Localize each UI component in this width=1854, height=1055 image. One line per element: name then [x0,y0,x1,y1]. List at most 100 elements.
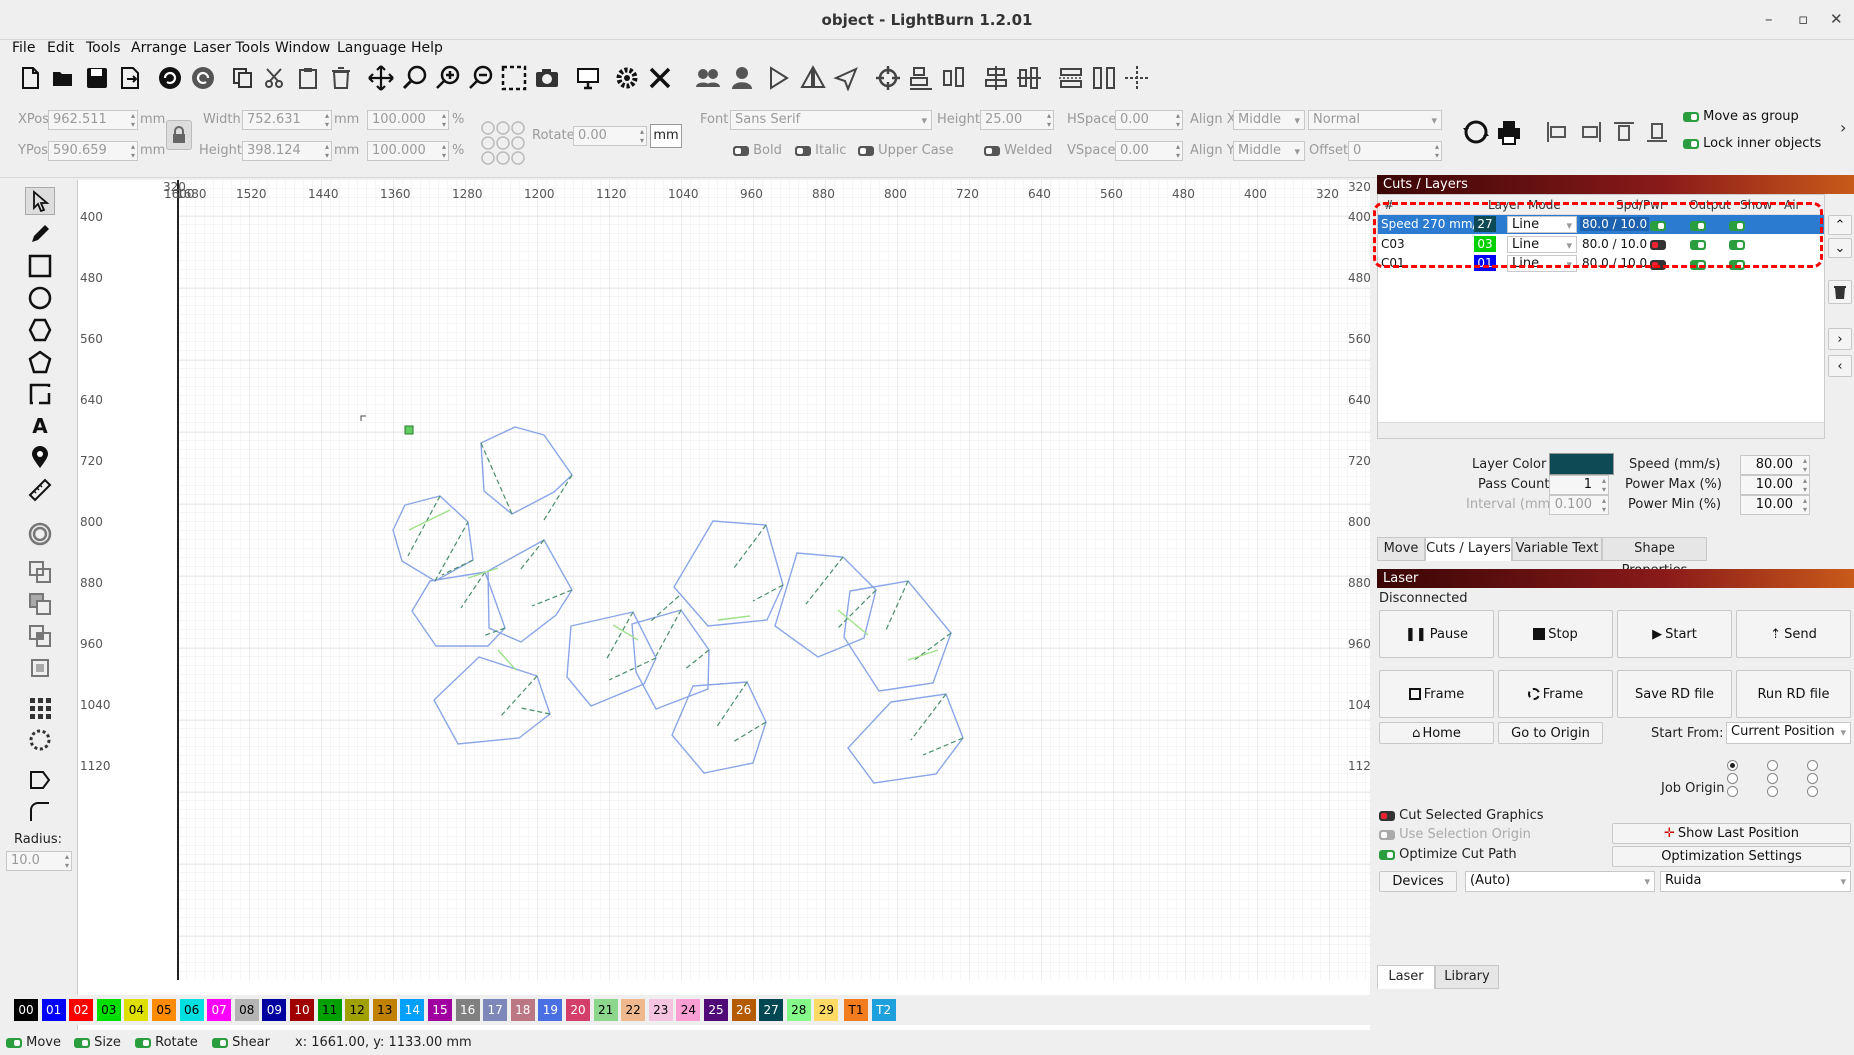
origin-grid-icon[interactable] [480,120,526,166]
speed-field[interactable]: 80.00 [1740,455,1810,475]
status-move-toggle[interactable]: Move [6,1035,61,1050]
use-selection-origin-toggle[interactable]: Use Selection Origin [1379,827,1531,842]
zoom-selection-icon[interactable] [400,62,430,94]
lock-inner-toggle[interactable]: Lock inner objects [1683,136,1821,151]
palette-swatch[interactable]: 19 [538,999,563,1021]
palette-swatch[interactable]: 15 [428,999,452,1021]
power-max-field[interactable]: 10.00 [1740,475,1810,495]
radius-field[interactable]: 10.0 [6,851,72,871]
menu-help[interactable]: Help [411,40,443,56]
close-button[interactable]: ✕ [1830,10,1843,28]
ellipse-tool-icon[interactable] [25,284,55,312]
palette-swatch[interactable]: 21 [593,999,618,1021]
align-left-icon[interactable] [1545,120,1569,148]
printer-icon[interactable] [1495,118,1523,150]
circular-array-icon[interactable] [25,726,55,754]
job-origin-radio[interactable] [1807,760,1818,771]
delete-icon[interactable] [326,62,356,94]
layer-up-button[interactable]: ⌃ [1828,215,1852,235]
palette-swatch[interactable]: 23 [648,999,673,1021]
machine-settings-icon[interactable] [645,62,675,94]
corner-tool-icon[interactable] [25,380,55,408]
zoom-in-icon[interactable] [433,62,463,94]
pan-icon[interactable] [366,62,396,94]
align-right-icon[interactable] [1579,120,1603,148]
optimize-cut-path-toggle[interactable]: Optimize Cut Path [1379,847,1517,862]
offset-tool-icon[interactable] [25,520,55,548]
laser-origin-marker[interactable] [404,425,414,435]
menu-arrange[interactable]: Arrange [131,40,187,56]
show-last-position-button[interactable]: ✛ Show Last Position [1612,823,1851,844]
crosshair-icon[interactable] [873,62,903,94]
optimization-settings-button[interactable]: Optimization Settings [1612,846,1851,867]
palette-swatch[interactable]: 13 [372,999,397,1021]
height-field[interactable]: 398.124 [242,141,332,161]
copy-icon[interactable] [228,62,258,94]
width-field[interactable]: 752.631 [242,110,332,130]
menu-file[interactable]: File [12,40,35,56]
font-height-field[interactable]: 25.00 [980,110,1054,130]
pentagon-tool-icon[interactable] [25,348,55,376]
palette-swatch[interactable]: 00 [14,999,38,1021]
more-chevron-icon[interactable]: › [1840,118,1846,137]
text-tool-icon[interactable]: A [25,412,55,440]
ungroup-icon[interactable] [727,62,757,94]
ypos-field[interactable]: 590.659 [48,141,138,161]
export-icon[interactable] [115,62,145,94]
intersect-tool-icon[interactable] [25,622,55,650]
start-from-select[interactable]: Current Position [1726,722,1851,744]
new-file-icon[interactable] [15,62,45,94]
palette-swatch[interactable]: 10 [290,999,314,1021]
zoom-out-icon[interactable] [466,62,496,94]
start-button[interactable]: ▶ Start [1617,610,1732,658]
palette-swatch[interactable]: 08 [234,999,259,1021]
palette-swatch[interactable]: 18 [510,999,535,1021]
palette-swatch[interactable]: 28 [786,999,811,1021]
run-rd-button[interactable]: Run RD file [1736,670,1851,718]
job-origin-radio[interactable] [1767,760,1778,771]
boolean-tool-icon[interactable] [25,654,55,682]
distribute-h-icon[interactable] [1056,62,1086,94]
grid-array-icon[interactable] [25,694,55,722]
undo-icon[interactable] [155,62,185,94]
cut-icon[interactable] [260,62,290,94]
layer-color-swatch[interactable] [1549,453,1614,475]
pass-count-field[interactable]: 1 [1549,475,1609,495]
job-origin-radio[interactable] [1807,773,1818,784]
go-to-origin-button[interactable]: Go to Origin [1498,722,1603,744]
align-x-select[interactable]: Middle [1233,110,1305,130]
job-origin-radio[interactable] [1727,760,1738,771]
menu-tools[interactable]: Tools [86,40,121,56]
palette-swatch[interactable]: 20 [566,999,590,1021]
status-shear-toggle[interactable]: Shear [212,1035,270,1050]
palette-swatch[interactable]: 26 [731,999,756,1021]
reverse-icon[interactable] [1462,118,1490,150]
lock-aspect-button[interactable] [166,120,192,150]
settings-gear-icon[interactable] [612,62,642,94]
position-laser-icon[interactable] [25,444,55,472]
unit-toggle-button[interactable]: mm [650,124,682,148]
layers-hscrollbar[interactable] [1378,422,1824,438]
circle-frame-button[interactable]: Frame [1498,670,1613,718]
mirror-icon[interactable] [798,62,828,94]
palette-swatch[interactable]: 01 [41,999,66,1021]
scale-y-field[interactable]: 100.000 [367,141,449,161]
pause-button[interactable]: ❚❚ Pause [1379,610,1494,658]
text-mode-select[interactable]: Normal [1308,110,1442,130]
move-as-group-toggle[interactable]: Move as group [1683,109,1799,124]
palette-swatch[interactable]: 02 [69,999,94,1021]
save-icon[interactable] [82,62,112,94]
italic-toggle[interactable]: Italic [795,143,846,158]
power-min-field[interactable]: 10.00 [1740,495,1810,515]
edit-nodes-icon[interactable] [25,766,55,794]
rotate-tool-icon[interactable] [831,62,861,94]
menu-edit[interactable]: Edit [47,40,74,56]
palette-swatch[interactable]: 25 [704,999,728,1021]
align-center-v-icon[interactable] [1014,62,1044,94]
palette-swatch[interactable]: 07 [207,999,232,1021]
cut-selected-toggle[interactable]: Cut Selected Graphics [1379,808,1544,823]
distribute-icon[interactable] [939,62,969,94]
frame-button[interactable]: Frame [1379,670,1494,718]
welded-toggle[interactable]: Welded [984,143,1052,158]
status-size-toggle[interactable]: Size [74,1035,121,1050]
